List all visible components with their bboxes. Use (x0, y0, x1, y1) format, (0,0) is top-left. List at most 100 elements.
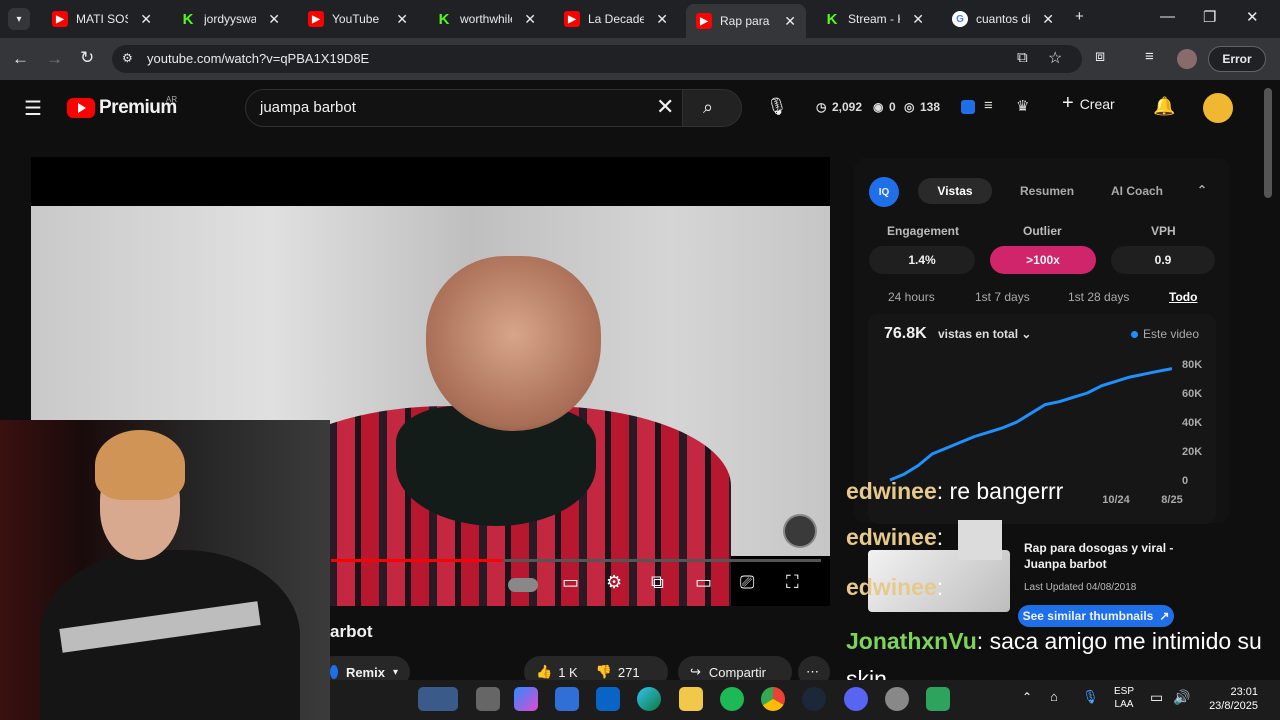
close-window-button[interactable]: ✕ (1246, 8, 1259, 26)
thumbnail-preview-small[interactable] (958, 520, 1002, 560)
series-line-este-video (889, 367, 1173, 482)
taskbar-explorer-icon[interactable] (679, 687, 703, 711)
youtube-logo-icon[interactable] (67, 98, 95, 118)
reload-icon[interactable]: ↻ (80, 48, 94, 68)
x-tick-label: 8/25 (1161, 494, 1182, 506)
back-icon[interactable]: ← (12, 49, 29, 69)
new-tab-button[interactable]: + (1075, 8, 1084, 25)
account-avatar[interactable] (1203, 93, 1233, 123)
url-text[interactable]: youtube.com/watch?v=qPBA1X19D8E (147, 51, 369, 66)
browser-tab[interactable]: Gcuantos dias ✕ (942, 4, 1064, 34)
settings-gear-icon[interactable]: ⚙ (606, 572, 622, 593)
browser-tab[interactable]: ▶ La Decadenc ✕ (554, 4, 678, 34)
taskbar-outlook-icon[interactable] (596, 687, 620, 711)
tray-language-line1: ESP (1114, 686, 1135, 697)
media-control-icon[interactable]: ≡ (1145, 48, 1154, 65)
card-title: Rap para dosogas y viral - Juanpa barbot (1024, 541, 1174, 571)
tray-language[interactable]: ESP LAA (1114, 685, 1134, 711)
install-app-icon[interactable]: ⧉ (1017, 49, 1028, 66)
taskbar-spotify-icon[interactable] (720, 687, 744, 711)
tab-ai-coach[interactable]: AI Coach (1111, 184, 1163, 198)
bookmark-star-icon[interactable]: ☆ (1048, 48, 1062, 68)
clear-search-icon[interactable]: ✕ (656, 94, 674, 120)
site-info-icon[interactable]: ⚙ (122, 51, 133, 65)
dislike-icon[interactable]: 👎 (596, 664, 612, 680)
fullscreen-icon[interactable]: ⛶ (786, 572, 799, 593)
page-scrollbar[interactable] (1264, 88, 1272, 668)
period-7d[interactable]: 1st 7 days (975, 290, 1030, 304)
extensions-icon[interactable]: ⧈ (1095, 48, 1105, 66)
browser-tab[interactable]: ▶ MATI SOSTE ✕ (42, 4, 162, 34)
tray-network-icon[interactable]: ⌂ (1050, 689, 1058, 704)
dislike-count[interactable]: 271 (618, 665, 640, 680)
search-button[interactable]: ⌕ (682, 89, 742, 127)
chat-username: edwinee (846, 478, 937, 504)
period-all[interactable]: Todo (1169, 290, 1197, 304)
video-progress-bar[interactable] (331, 559, 821, 562)
tab-label: cuantos dias (976, 12, 1031, 26)
notifications-bell-icon[interactable]: 🔔 (1153, 96, 1175, 117)
minimize-button[interactable]: — (1160, 8, 1175, 25)
taskbar-task-view-icon[interactable] (476, 687, 500, 711)
tab-close-icon[interactable]: ✕ (140, 11, 152, 28)
tab-close-icon[interactable]: ✕ (656, 11, 668, 28)
stat-eye-icon: ◉ (873, 100, 884, 114)
similar-thumbnails-label: See similar thumbnails (1022, 609, 1154, 623)
tab-resumen[interactable]: Resumen (1020, 184, 1074, 198)
theater-mode-icon[interactable]: ▭ (695, 572, 712, 593)
taskbar-widget-icon[interactable] (418, 687, 458, 711)
tab-close-icon[interactable]: ✕ (396, 11, 408, 28)
subtitles-icon[interactable]: ▭ (562, 572, 579, 593)
create-label: Crear (1079, 96, 1115, 112)
taskbar-edge-icon[interactable] (637, 687, 661, 711)
voice-search-icon[interactable]: 🎙 (766, 97, 788, 117)
taskbar-steam-icon[interactable] (802, 687, 826, 711)
tray-clock[interactable]: 23:01 23/8/2025 (1200, 685, 1258, 713)
taskbar-chrome-icon[interactable] (761, 687, 785, 711)
period-28d[interactable]: 1st 28 days (1068, 290, 1129, 304)
taskbar-discord-icon[interactable] (844, 687, 868, 711)
scrollbar-thumb[interactable] (1264, 88, 1272, 198)
tab-close-icon[interactable]: ✕ (784, 13, 796, 30)
list-icon[interactable]: ≡ (984, 97, 993, 114)
browser-tab[interactable]: Kjordyyswag ✕ (170, 4, 290, 34)
tab-vistas[interactable]: Vistas (918, 178, 992, 204)
miniplayer-icon[interactable]: ⧉ (651, 572, 664, 593)
taskbar-store-icon[interactable] (555, 687, 579, 711)
create-button[interactable]: + Crear (1062, 92, 1115, 115)
tray-chevron-up-icon[interactable]: ⌃ (1022, 690, 1032, 704)
forward-icon[interactable]: → (46, 49, 63, 69)
tab-close-icon[interactable]: ✕ (524, 11, 536, 28)
tab-close-icon[interactable]: ✕ (912, 11, 924, 28)
channel-watermark-icon[interactable] (783, 514, 817, 548)
autoplay-toggle[interactable] (508, 578, 538, 592)
tab-close-icon[interactable]: ✕ (268, 11, 280, 28)
taskbar-copilot-icon[interactable] (514, 687, 538, 711)
tab-search-button[interactable]: ▾ (8, 8, 30, 30)
menu-icon[interactable]: ☰ (24, 96, 42, 121)
profile-avatar[interactable] (1177, 49, 1197, 69)
tray-display-icon[interactable]: ▭ (1150, 689, 1163, 706)
y-tick-label: 80K (1182, 359, 1202, 371)
period-24h[interactable]: 24 hours (888, 290, 935, 304)
chat-message-3: edwinee: (846, 574, 943, 601)
error-button[interactable]: Error (1208, 46, 1266, 72)
trophy-icon[interactable]: ♛ (1016, 97, 1029, 115)
like-icon[interactable]: 👍 (536, 664, 552, 680)
like-count[interactable]: 1 K (558, 665, 578, 680)
browser-tab[interactable]: ▶ Rap para do ✕ (686, 4, 806, 38)
browser-tab[interactable]: K Stream - Kic ✕ (814, 4, 934, 34)
tab-close-icon[interactable]: ✕ (1042, 11, 1054, 28)
browser-tab[interactable]: ▶ YouTube ✕ (298, 4, 418, 34)
taskbar-app-icon[interactable] (885, 687, 909, 711)
tray-mic-icon[interactable]: 🎙 (1082, 689, 1099, 705)
collapse-chevron-icon[interactable]: ⌃ (1197, 183, 1207, 197)
iq-extension-icon[interactable] (961, 100, 975, 114)
browser-tab[interactable]: Kworthwhilein ✕ (426, 4, 546, 34)
taskbar-app2-icon[interactable] (926, 687, 950, 711)
restore-button[interactable]: ❐ (1203, 8, 1216, 26)
cast-icon[interactable]: ⎚ (740, 572, 754, 593)
search-input[interactable]: juampa barbot (260, 99, 356, 116)
views-dropdown[interactable]: vistas en total ⌄ (938, 327, 1031, 341)
tray-volume-icon[interactable]: 🔊 (1173, 689, 1190, 706)
